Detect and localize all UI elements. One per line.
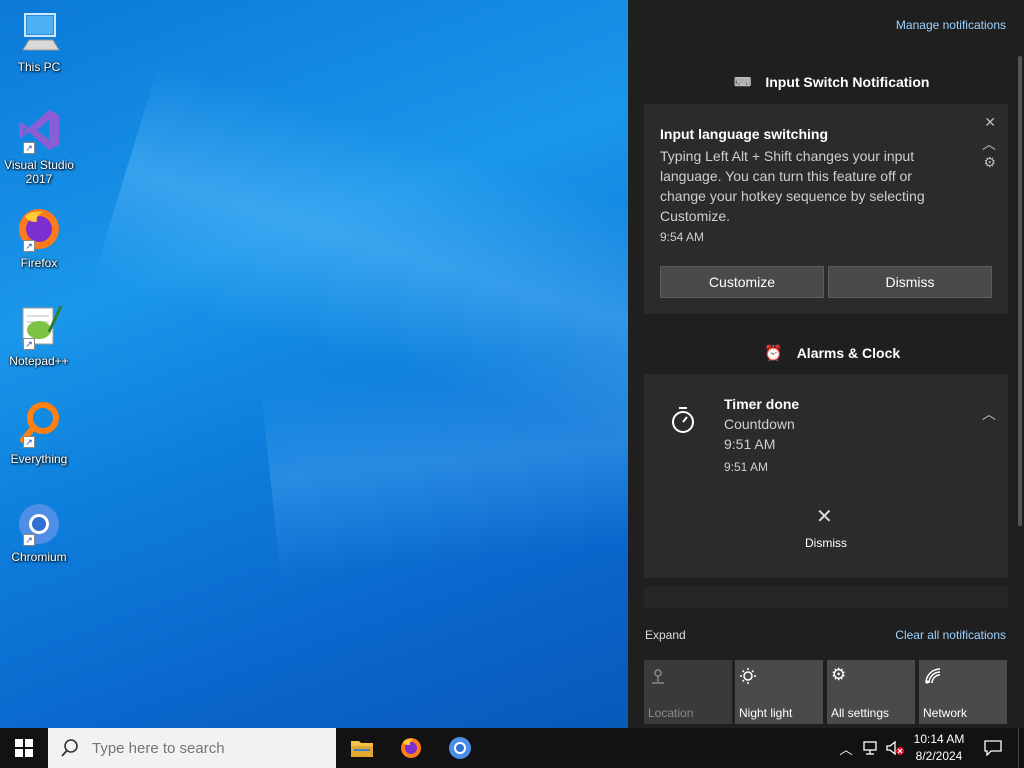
taskbar: ︿ 10:14 AM 8/2/2024 [0, 728, 1024, 768]
gear-icon[interactable]: ⚙ [983, 154, 996, 171]
notification-body: Typing Left Alt + Shift changes your inp… [660, 148, 925, 224]
alarm-clock-icon: ⏰ [764, 345, 783, 362]
manage-notifications-link[interactable]: Manage notifications [896, 18, 1006, 32]
desktop: This PC ↗ Visual Studio 2017 ↗ Firefox ↗… [0, 0, 628, 728]
dismiss-x-icon[interactable]: ✕ [816, 504, 833, 529]
close-icon[interactable]: ✕ [984, 114, 996, 131]
firefox-icon [401, 738, 421, 758]
keyboard-icon: ⌨ [734, 75, 752, 89]
chevron-up-icon[interactable]: ︿ [982, 134, 996, 154]
desktop-icon-label: This PC [17, 60, 61, 74]
network-icon [925, 668, 941, 684]
notification-timer-done[interactable]: Timer done Countdown 9:51 AM 9:51 AM ︿ ✕… [644, 374, 1008, 578]
notification-input-language[interactable]: Input language switching Typing Left Alt… [644, 104, 1008, 314]
chromium-icon: ↗ [15, 498, 63, 546]
notification-time: 9:54 AM [660, 230, 705, 244]
quick-action-location[interactable]: Location [644, 660, 732, 724]
settings-icon: ⚙ [831, 665, 847, 684]
notification-icon [984, 740, 1002, 756]
quick-action-label: All settings [831, 706, 890, 720]
desktop-icon-this-pc[interactable]: This PC [4, 8, 74, 74]
location-icon [652, 669, 664, 684]
notepadpp-icon: ↗ [15, 302, 63, 350]
desktop-icon-label: Everything [10, 452, 68, 466]
chevron-up-icon[interactable]: ︿ [982, 404, 996, 424]
taskbar-chromium[interactable] [436, 728, 484, 768]
search-icon [61, 739, 78, 757]
clock-time: 10:14 AM [913, 732, 965, 746]
taskbar-search[interactable] [48, 728, 336, 768]
quick-action-night-light[interactable]: Night light [735, 660, 823, 724]
notification-line: Countdown [724, 416, 795, 432]
night-light-icon [740, 668, 756, 684]
network-tray-icon[interactable] [860, 728, 882, 768]
firefox-icon: ↗ [15, 204, 63, 252]
quick-action-label: Location [648, 706, 694, 720]
taskbar-firefox[interactable] [387, 728, 435, 768]
group-header-alarms-clock: ⏰ Alarms & Clock [764, 344, 900, 362]
visual-studio-icon: ↗ [15, 106, 63, 154]
start-button[interactable] [0, 728, 48, 768]
windows-logo-icon [15, 739, 33, 757]
dismiss-button[interactable]: Dismiss [828, 266, 992, 298]
quick-action-all-settings[interactable]: ⚙ All settings [827, 660, 915, 724]
search-input[interactable] [92, 739, 322, 757]
action-center: Manage notifications ⌨ Input Switch Noti… [628, 0, 1024, 728]
this-pc-icon [15, 8, 63, 56]
taskbar-clock[interactable]: 10:14 AM 8/2/2024 [906, 731, 972, 765]
notification-placeholder [644, 586, 1008, 608]
taskbar-file-explorer[interactable] [338, 728, 386, 768]
desktop-icon-label: Notepad++ [9, 354, 69, 368]
stopwatch-icon [670, 406, 696, 439]
desktop-icon-chromium[interactable]: ↗ Chromium [4, 498, 74, 564]
desktop-icon-label: Visual Studio 2017 [4, 158, 74, 186]
group-title: Input Switch Notification [765, 74, 930, 90]
everything-icon: ↗ [15, 400, 63, 448]
desktop-icon-everything[interactable]: ↗ Everything [4, 400, 74, 466]
group-header-input-switch: ⌨ Input Switch Notification [734, 74, 929, 90]
file-explorer-icon [351, 741, 373, 757]
quick-action-label: Network [923, 706, 968, 720]
expand-link[interactable]: Expand [645, 628, 686, 642]
action-center-button[interactable] [978, 728, 1008, 768]
group-title: Alarms & Clock [796, 345, 901, 361]
notification-line: 9:51 AM [724, 436, 776, 452]
desktop-icon-visual-studio[interactable]: ↗ Visual Studio 2017 [4, 106, 74, 186]
chromium-icon [449, 737, 471, 759]
desktop-icon-firefox[interactable]: ↗ Firefox [4, 204, 74, 270]
timer-dismiss-button[interactable]: Dismiss [644, 536, 1008, 550]
chevron-up-icon[interactable]: ︿ [836, 728, 856, 768]
show-desktop-button[interactable] [1018, 728, 1024, 768]
clear-all-link[interactable]: Clear all notifications [895, 628, 1006, 642]
clock-date: 8/2/2024 [915, 749, 963, 763]
desktop-icon-label: Chromium [11, 550, 67, 564]
volume-muted-icon[interactable] [884, 728, 906, 768]
scrollbar[interactable] [1018, 56, 1022, 526]
quick-action-network[interactable]: Network [919, 660, 1007, 724]
notification-time: 9:51 AM [724, 460, 769, 474]
desktop-icon-notepadpp[interactable]: ↗ Notepad++ [4, 302, 74, 368]
notification-title: Timer done [724, 396, 800, 412]
quick-action-label: Night light [739, 706, 793, 720]
notification-title: Input language switching [660, 126, 828, 142]
customize-button[interactable]: Customize [660, 266, 824, 298]
desktop-icon-label: Firefox [20, 256, 58, 270]
